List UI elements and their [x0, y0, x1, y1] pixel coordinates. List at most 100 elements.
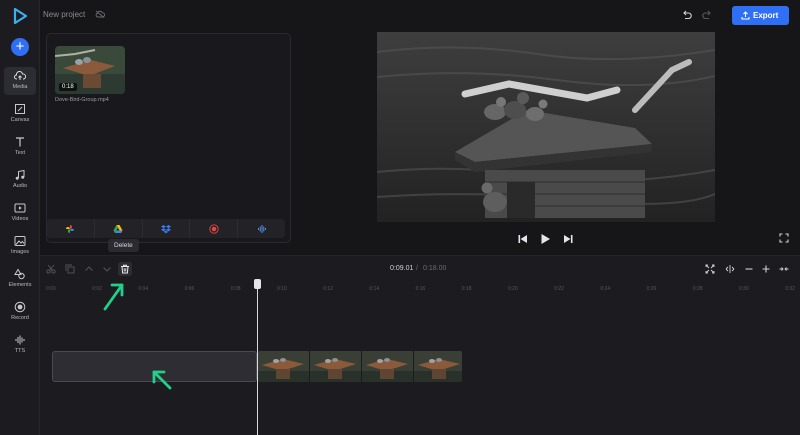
- skip-forward-icon[interactable]: [562, 233, 574, 245]
- trash-icon[interactable]: [120, 264, 130, 274]
- video-clip[interactable]: [258, 351, 462, 382]
- dropbox-button[interactable]: [143, 219, 191, 238]
- google-drive-icon: [113, 224, 123, 233]
- sidebar-item-tts[interactable]: TTS: [4, 331, 36, 359]
- delete-tooltip: Delete: [108, 239, 139, 252]
- ruler-tick-label: 0:30: [739, 286, 749, 292]
- sidebar-label-tts: TTS: [14, 348, 26, 354]
- sidebar-item-images[interactable]: Images: [4, 232, 36, 260]
- google-photos-button[interactable]: [47, 219, 95, 238]
- audio-source-button[interactable]: [238, 219, 285, 238]
- video-icon: [14, 203, 26, 213]
- record-icon: [209, 223, 219, 234]
- zoom-in-icon[interactable]: [761, 264, 771, 274]
- player-controls: [517, 232, 577, 246]
- text-icon: [16, 137, 24, 147]
- clip-frame: [310, 351, 362, 382]
- sidebar-item-text[interactable]: Text: [4, 133, 36, 161]
- ruler-tick-label: 0:12: [323, 286, 333, 292]
- app-logo-icon[interactable]: [12, 8, 28, 24]
- sidebar-item-media[interactable]: Media: [4, 67, 36, 95]
- ruler-tick-label: 0:28: [692, 286, 703, 292]
- ruler-tick-label: 0:20: [508, 286, 518, 292]
- sidebar-item-videos[interactable]: Videos: [4, 199, 36, 227]
- duplicate-icon[interactable]: [65, 264, 75, 274]
- dropbox-icon: [160, 224, 171, 233]
- fullscreen-icon[interactable]: [779, 233, 789, 243]
- sidebar-label-text: Text: [14, 150, 26, 156]
- left-sidebar: + Media Canvas Text Audio Videos Images …: [0, 0, 40, 435]
- ruler-tick-label: 0:26: [646, 286, 657, 292]
- total-time: 0:18.00: [423, 265, 447, 272]
- ruler-tick-label: 0:22: [554, 286, 564, 292]
- ruler-tick-label: 0:16: [415, 286, 426, 292]
- move-down-icon[interactable]: [102, 264, 112, 274]
- record-icon: [14, 301, 26, 313]
- google-drive-button[interactable]: [95, 219, 143, 238]
- google-photos-icon: [66, 224, 75, 233]
- ruler-tick-label: 0:04: [138, 286, 149, 292]
- move-up-icon[interactable]: [84, 264, 94, 274]
- sidebar-label-media: Media: [12, 84, 28, 90]
- project-title[interactable]: New project: [43, 10, 85, 19]
- annotation-arrow-to-clip: [152, 370, 172, 390]
- time-separator: /: [416, 265, 418, 272]
- ruler-tick-label: 0:06: [184, 286, 195, 292]
- playhead-handle[interactable]: [254, 279, 261, 289]
- export-icon: [741, 11, 750, 20]
- dove-birdhouse-preview-image: [377, 32, 715, 222]
- shapes-icon: [14, 268, 25, 280]
- ruler-tick-label: 0:18: [461, 286, 472, 292]
- skip-back-icon[interactable]: [517, 233, 529, 245]
- export-label: Export: [753, 11, 779, 20]
- ruler-tick-label: 0:24: [600, 286, 611, 292]
- waveform-icon: [15, 335, 25, 345]
- canvas-icon: [15, 104, 25, 114]
- current-time: 0:09.01: [390, 265, 414, 272]
- timeline-panel: Delete 0:09.01 / 0:18.00 0:00 0:02 0:04 0:0…: [40, 239, 800, 435]
- split-icon[interactable]: [46, 264, 56, 274]
- media-duration: 0:18: [59, 83, 77, 91]
- undo-icon[interactable]: [681, 9, 693, 21]
- image-icon: [14, 236, 26, 246]
- music-note-icon: [15, 169, 25, 180]
- sidebar-item-elements[interactable]: Elements: [4, 265, 36, 293]
- audio-wave-icon: [257, 224, 266, 233]
- cloud-sync-icon: [95, 10, 105, 18]
- time-ruler[interactable]: 0:00 0:02 0:04 0:06 0:08 0:10 0:12 0:14 0:16 0:18…: [40, 281, 800, 295]
- ruler-tick-label: 0:00: [46, 286, 56, 292]
- zoom-out-icon[interactable]: [744, 264, 754, 274]
- cloud-upload-icon: [14, 70, 26, 80]
- snap-icon[interactable]: [725, 264, 735, 274]
- sidebar-item-record[interactable]: Record: [4, 298, 36, 326]
- sidebar-label-canvas: Canvas: [10, 117, 30, 123]
- import-source-bar: [47, 219, 285, 238]
- ruler-tick-label: 0:14: [369, 286, 380, 292]
- sidebar-label-elements: Elements: [8, 282, 32, 288]
- export-button[interactable]: Export: [732, 6, 789, 25]
- media-thumbnail[interactable]: 0:18: [55, 46, 125, 94]
- sidebar-label-videos: Videos: [11, 216, 29, 222]
- fit-to-screen-icon[interactable]: [705, 264, 715, 274]
- record-source-button[interactable]: [190, 219, 239, 238]
- media-filename: Dove-Bird-Group.mp4: [55, 97, 109, 103]
- ruler-tick-label: 0:10: [277, 286, 287, 292]
- collapse-icon[interactable]: [779, 264, 789, 274]
- media-panel: 0:18 Dove-Bird-Group.mp4: [46, 33, 291, 243]
- annotation-arrow-to-delete: [103, 283, 124, 311]
- play-icon[interactable]: [539, 233, 551, 245]
- clip-frame: [362, 351, 414, 382]
- sidebar-item-audio[interactable]: Audio: [4, 166, 36, 194]
- clip-frame: [258, 351, 310, 382]
- top-bar: New project Export: [40, 0, 800, 30]
- playhead-line: [257, 280, 258, 435]
- sidebar-label-record: Record: [11, 315, 29, 321]
- ruler-tick-label: 0:32: [785, 286, 795, 292]
- video-preview[interactable]: [377, 32, 715, 222]
- add-media-button[interactable]: +: [11, 38, 29, 56]
- sidebar-label-images: Images: [10, 249, 30, 255]
- ruler-tick-label: 0:08: [230, 286, 241, 292]
- sidebar-label-audio: Audio: [12, 183, 28, 189]
- sidebar-item-canvas[interactable]: Canvas: [4, 100, 36, 128]
- redo-icon[interactable]: [701, 9, 713, 21]
